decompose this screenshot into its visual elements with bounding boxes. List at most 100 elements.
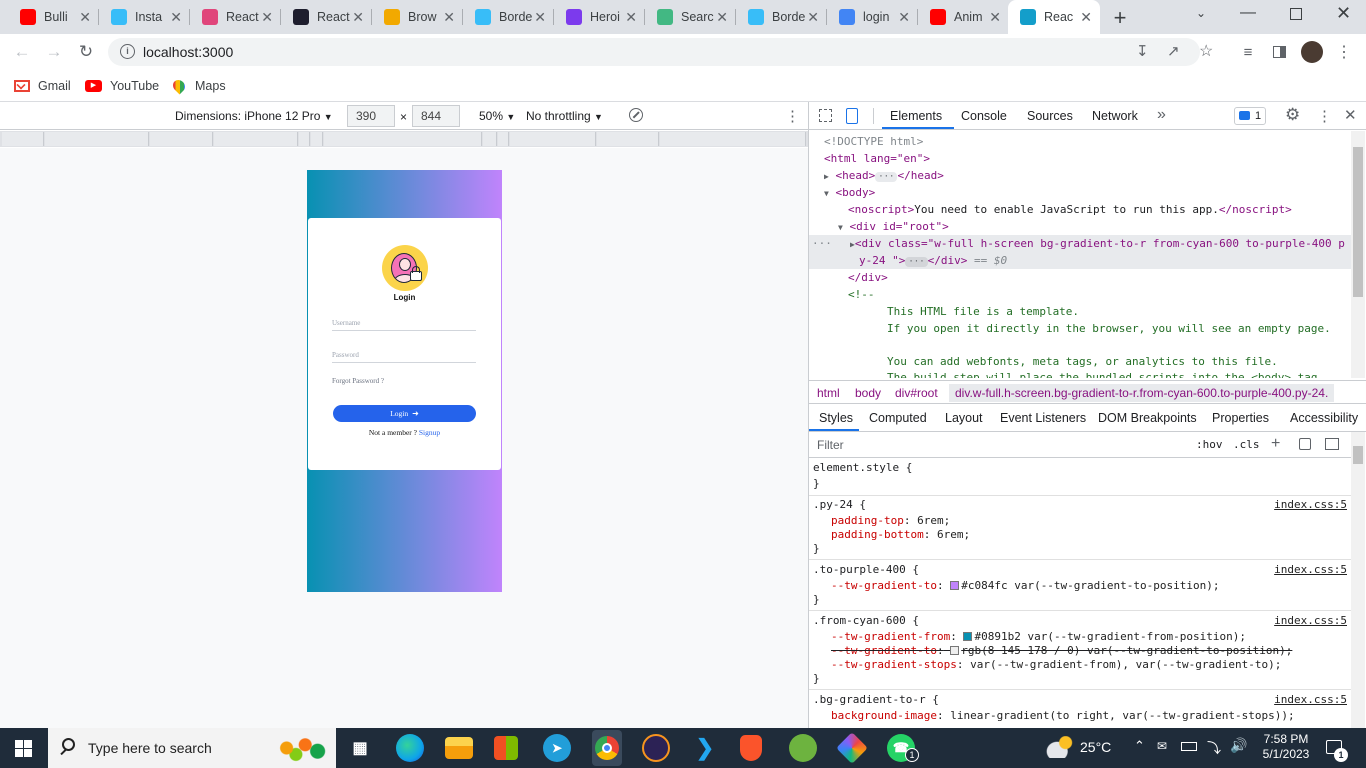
close-tab-icon[interactable]: ✕ — [534, 9, 546, 25]
more-tabs-icon[interactable]: » — [1157, 106, 1166, 124]
collapse-arrow-icon[interactable]: ▼ — [838, 223, 843, 232]
close-tab-icon[interactable]: ✕ — [898, 9, 910, 25]
forward-icon[interactable]: → — [42, 40, 66, 64]
temperature[interactable]: 25°C — [1080, 739, 1111, 755]
height-input[interactable]: 844 — [412, 105, 460, 127]
side-panel-icon[interactable] — [1267, 40, 1291, 64]
ruler-segment[interactable] — [498, 132, 509, 146]
prop-background-image[interactable]: background-image: linear-gradient(to rig… — [831, 709, 1295, 723]
ellipsis-badge[interactable]: ··· — [875, 172, 898, 182]
color-swatch[interactable] — [963, 632, 973, 641]
rule-source-link[interactable]: index.css:5 — [1274, 498, 1347, 511]
dom-root[interactable]: ▼ <div id="root"> — [838, 218, 949, 236]
browser-tab[interactable]: Heroi ✕ — [554, 0, 645, 34]
close-tab-icon[interactable]: ✕ — [807, 9, 819, 25]
wifi-icon[interactable]: ⤵ — [1207, 738, 1221, 758]
tab-search-icon[interactable]: ⌄ — [1196, 6, 1214, 24]
subtab-dom-breakpoints[interactable]: DOM Breakpoints — [1098, 411, 1197, 425]
address-bar[interactable]: i localhost:3000 ↧ ↗ ☆ — [108, 38, 1213, 66]
prop-gradient-to-overridden[interactable]: --tw-gradient-to: rgb(8 145 178 / 0) var… — [831, 644, 1292, 658]
ruler-segment[interactable] — [299, 132, 310, 146]
login-button[interactable]: Login ➜ — [333, 405, 476, 422]
dom-html[interactable]: <html lang="en"> — [824, 150, 930, 167]
bookmark-star-icon[interactable]: ☆ — [1199, 41, 1213, 61]
subtab-layout[interactable]: Layout — [945, 411, 983, 425]
close-window-button[interactable]: ✕ — [1336, 3, 1351, 24]
username-field[interactable]: Username — [332, 319, 476, 331]
taskbar-search-box[interactable]: Type here to search — [48, 728, 336, 768]
browser-tab[interactable]: Anim ✕ — [918, 0, 1009, 34]
browser-tab[interactable]: Borde ✕ — [463, 0, 554, 34]
ruler-segment[interactable] — [324, 132, 482, 146]
color-swatch[interactable] — [950, 581, 960, 590]
ruler-segment[interactable] — [597, 132, 659, 146]
reload-icon[interactable]: ↻ — [74, 40, 98, 64]
inspect-element-icon[interactable] — [819, 109, 832, 122]
ruler-segment[interactable] — [311, 132, 323, 146]
cls-toggle[interactable]: .cls — [1233, 438, 1260, 451]
dom-noscript[interactable]: <noscript>You need to enable JavaScript … — [848, 201, 1292, 218]
zoom-dropdown[interactable]: 50% ▼ — [479, 109, 515, 123]
breadcrumb-root[interactable]: div#root — [895, 386, 938, 400]
node-options-icon[interactable]: ··· — [812, 235, 832, 252]
dom-selected-div[interactable]: ▶<div class="w-full h-screen bg-gradient… — [850, 235, 1345, 253]
bookmark-youtube[interactable]: ▶ YouTube — [85, 76, 159, 96]
minimize-button[interactable]: — — [1240, 4, 1256, 22]
paint-icon[interactable] — [1299, 438, 1311, 450]
start-windows-icon[interactable] — [15, 740, 32, 757]
prop-padding-top[interactable]: padding-top: 6rem; — [831, 514, 950, 528]
rule-source-link[interactable]: index.css:5 — [1274, 563, 1347, 576]
browser-tab[interactable]: Bulli ✕ — [8, 0, 99, 34]
battery-icon[interactable] — [1181, 742, 1197, 751]
tab-network[interactable]: Network — [1092, 109, 1138, 123]
hov-toggle[interactable]: :hov — [1196, 438, 1223, 451]
file-explorer-icon[interactable] — [445, 737, 473, 759]
browser-tab[interactable]: Borde ✕ — [736, 0, 827, 34]
task-view-icon[interactable]: ▦ — [346, 734, 374, 762]
ruler-segment[interactable] — [214, 132, 298, 146]
close-devtools-icon[interactable]: ✕ — [1344, 106, 1357, 124]
close-tab-icon[interactable]: ✕ — [170, 9, 182, 25]
subtab-properties[interactable]: Properties — [1212, 411, 1269, 425]
share-icon[interactable]: ↗ — [1167, 42, 1180, 60]
forgot-password-link[interactable]: Forgot Password ? — [332, 377, 384, 385]
rule-bg-selector[interactable]: .bg-gradient-to-r { — [813, 693, 939, 707]
breadcrumb-selected[interactable]: div.w-full.h-screen.bg-gradient-to-r.fro… — [949, 384, 1335, 402]
ruler-segment[interactable] — [510, 132, 596, 146]
browser-tab[interactable]: React ✕ — [281, 0, 372, 34]
rule-element-style[interactable]: element.style { — [813, 461, 912, 475]
restore-button[interactable] — [1290, 8, 1302, 20]
browser-tab[interactable]: Insta ✕ — [99, 0, 190, 34]
dom-comment-open[interactable]: <!-- — [848, 286, 875, 303]
close-tab-icon[interactable]: ✕ — [989, 9, 1001, 25]
install-app-icon[interactable]: ↧ — [1136, 42, 1149, 60]
close-tab-icon[interactable]: ✕ — [716, 9, 728, 25]
browser-tab[interactable]: Brow ✕ — [372, 0, 463, 34]
show-hidden-icons[interactable]: ⌃ — [1134, 738, 1145, 754]
password-field[interactable]: Password — [332, 351, 476, 363]
close-tab-icon[interactable]: ✕ — [1080, 9, 1092, 25]
ruler-segment[interactable] — [150, 132, 213, 146]
tab-console[interactable]: Console — [961, 109, 1007, 123]
subtab-accessibility[interactable]: Accessibility — [1290, 411, 1358, 425]
vscode-icon[interactable]: ❯ — [691, 734, 719, 762]
site-info-icon[interactable]: i — [120, 44, 135, 59]
toggle-sidebar-icon[interactable] — [1325, 438, 1339, 450]
bookmark-maps[interactable]: Maps — [170, 76, 226, 96]
volume-icon[interactable]: 🔊 — [1230, 737, 1247, 754]
dom-root-close[interactable]: </div> — [848, 269, 888, 286]
expand-arrow-icon[interactable]: ▶ — [824, 172, 829, 181]
eclipse-icon[interactable] — [642, 734, 670, 762]
settings-gear-icon[interactable]: ⚙ — [1285, 105, 1300, 125]
subtab-computed[interactable]: Computed — [869, 411, 927, 425]
back-icon[interactable]: ← — [10, 40, 34, 64]
collapse-arrow-icon[interactable]: ▼ — [824, 189, 829, 198]
close-tab-icon[interactable]: ✕ — [79, 9, 91, 25]
ruler-segment[interactable] — [660, 132, 806, 146]
rule-cyan-selector[interactable]: .from-cyan-600 { — [813, 614, 919, 628]
rule-source-link[interactable]: index.css:5 — [1274, 693, 1347, 706]
microsoft-store-icon[interactable] — [494, 736, 518, 760]
more-options-icon[interactable]: ⋮ — [785, 107, 800, 125]
weather-icon[interactable] — [1046, 736, 1074, 758]
rule-source-link[interactable]: index.css:5 — [1274, 614, 1347, 627]
